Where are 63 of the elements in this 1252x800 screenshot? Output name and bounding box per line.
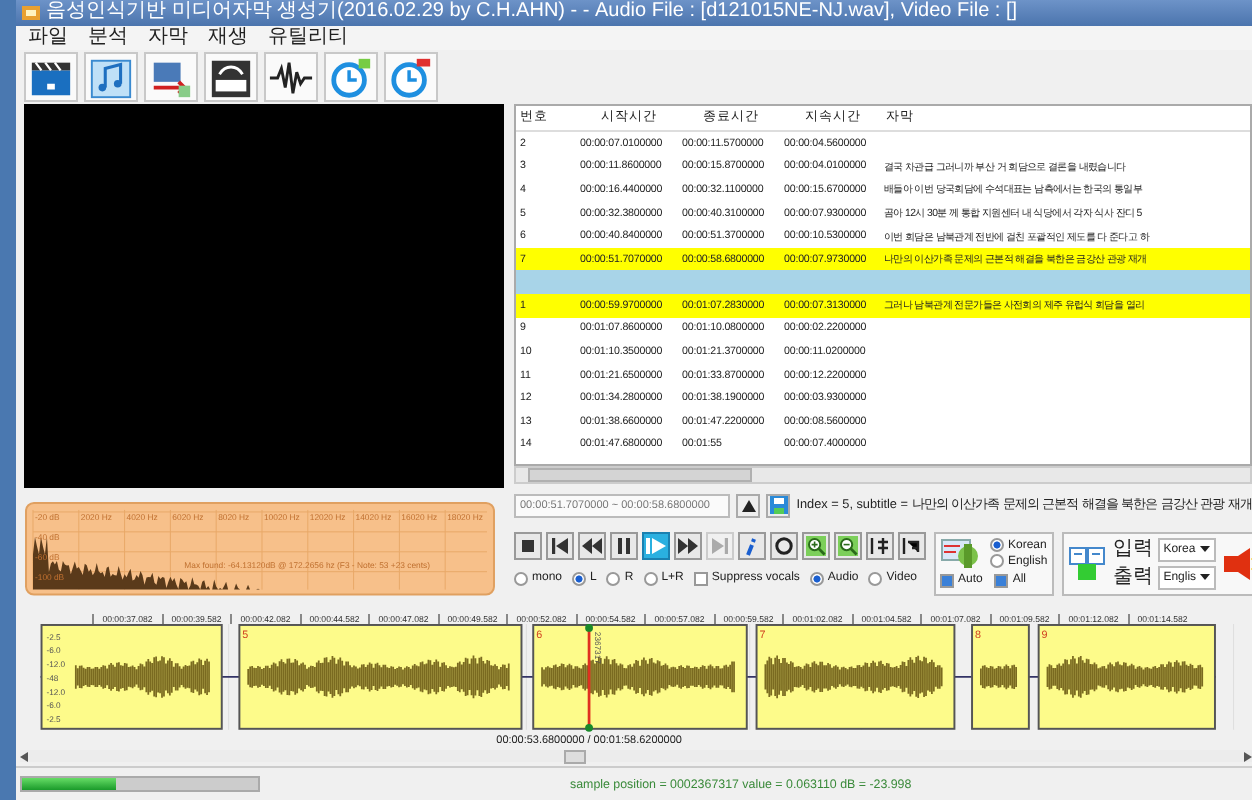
- transport-button[interactable]: [802, 531, 830, 560]
- stop-icon: [518, 535, 538, 556]
- bracket-icon: [870, 535, 890, 556]
- menu-item[interactable]: 자막: [148, 26, 188, 51]
- up-button[interactable]: [736, 493, 761, 518]
- toolbar-button[interactable]: [24, 52, 78, 103]
- transport-button[interactable]: [514, 531, 542, 560]
- horizontal-scrollbar[interactable]: [20, 750, 1252, 763]
- toolbar-button[interactable]: [264, 52, 318, 103]
- radio-button[interactable]: [809, 571, 824, 586]
- transport-button[interactable]: [770, 531, 798, 560]
- transport-button[interactable]: [546, 531, 574, 560]
- transport-button[interactable]: [834, 531, 862, 560]
- window-title: 음성인식기반 미디어자막 생성기(2016.02.29 by C.H.AHN) - - Audio File : [d121015NE-NJ.wav], Video File : []: [46, 0, 1018, 25]
- app-icon: [22, 3, 40, 22]
- menu-item[interactable]: 재생: [208, 26, 248, 51]
- save-button[interactable]: [766, 493, 791, 518]
- loop-icon: [774, 535, 794, 556]
- transport-button[interactable]: [674, 531, 702, 560]
- scroll-left-icon: [20, 751, 28, 762]
- speaker-button[interactable]: [1222, 547, 1252, 580]
- menu-item[interactable]: 분석: [88, 26, 128, 51]
- playhead-cursor[interactable]: [585, 623, 593, 732]
- radio-button[interactable]: [990, 538, 1004, 553]
- up-arrow-icon: [741, 499, 756, 512]
- bracket-icon: [902, 535, 922, 556]
- field-label: 입력: [1113, 538, 1154, 561]
- radio-button[interactable]: [514, 571, 528, 586]
- scroll-right-icon: [1244, 751, 1252, 762]
- caret-icon: [1200, 574, 1211, 581]
- radio-button[interactable]: [606, 571, 621, 586]
- zoom-out-icon: [838, 535, 858, 556]
- clock-icon: [328, 55, 374, 100]
- horizontal-scrollbar[interactable]: [514, 466, 1252, 485]
- menu-item[interactable]: 파일: [28, 26, 68, 51]
- transport-button[interactable]: [610, 531, 638, 560]
- play-icon: [646, 535, 666, 556]
- radio-button[interactable]: [868, 571, 883, 586]
- info-icon: [742, 535, 762, 556]
- scroll-thumb[interactable]: [564, 750, 586, 765]
- radio-button[interactable]: [643, 571, 658, 586]
- scroll-thumb[interactable]: [528, 468, 752, 483]
- menu-item[interactable]: 유틸리티: [268, 26, 348, 51]
- field-label: 출력: [1113, 566, 1154, 589]
- speaker-icon: [1222, 547, 1252, 580]
- skip-back-icon: [550, 535, 570, 556]
- caret-icon: [1199, 546, 1210, 553]
- clock-icon: [388, 55, 434, 100]
- skip-forward-icon: [710, 535, 730, 556]
- transport-button[interactable]: [578, 531, 606, 560]
- fast-forward-icon: [678, 535, 698, 556]
- checkbox[interactable]: [994, 573, 1009, 588]
- checkbox[interactable]: [693, 571, 708, 586]
- transport-button[interactable]: [866, 531, 894, 560]
- checkbox[interactable]: [940, 573, 954, 588]
- transport-button[interactable]: [898, 531, 926, 560]
- zoom-in-icon: [806, 535, 826, 556]
- radio-button[interactable]: [990, 554, 1004, 569]
- music-note-icon: [88, 55, 134, 100]
- radio-button[interactable]: [572, 571, 587, 586]
- rewind-icon: [582, 535, 602, 556]
- pause-icon: [614, 535, 634, 556]
- toolbar-button[interactable]: [204, 52, 258, 103]
